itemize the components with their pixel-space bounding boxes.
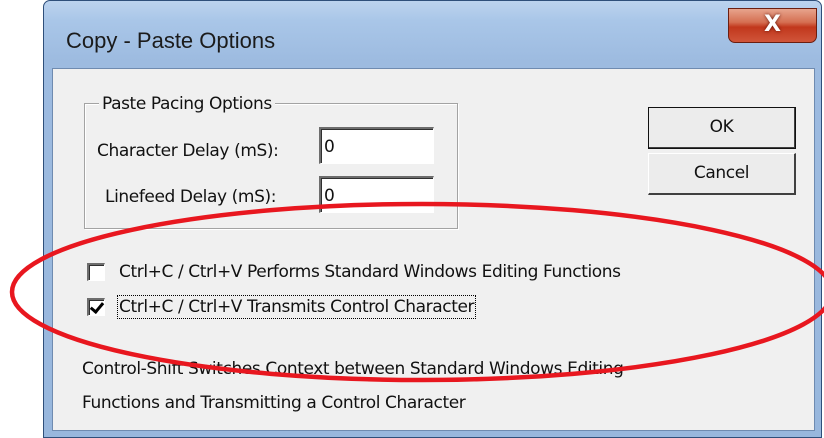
- close-icon: X: [764, 12, 781, 37]
- cancel-button[interactable]: Cancel: [648, 153, 796, 195]
- transmit-control-option[interactable]: Ctrl+C / Ctrl+V Transmits Control Charac…: [87, 295, 477, 319]
- paste-pacing-group-label: Paste Pacing Options: [99, 94, 275, 114]
- transmit-control-label[interactable]: Ctrl+C / Ctrl+V Transmits Control Charac…: [116, 295, 477, 319]
- close-button[interactable]: X: [728, 8, 817, 43]
- ok-button[interactable]: OK: [648, 107, 796, 149]
- description-line-2: Functions and Transmitting a Control Cha…: [82, 393, 466, 413]
- character-delay-label: Character Delay (mS):: [97, 141, 279, 161]
- context-switch-description: Control-Shift Switches Context between S…: [82, 352, 782, 420]
- window-title: Copy - Paste Options: [66, 28, 276, 53]
- description-line-1: Control-Shift Switches Context between S…: [82, 359, 624, 379]
- dialog-client-area: Paste Pacing Options Character Delay (mS…: [52, 68, 815, 431]
- standard-editing-option[interactable]: Ctrl+C / Ctrl+V Performs Standard Window…: [87, 262, 621, 282]
- screenshot-stage: Copy - Paste Options X Paste Pacing Opti…: [0, 0, 824, 438]
- transmit-control-checkbox[interactable]: [87, 298, 105, 316]
- linefeed-delay-label: Linefeed Delay (mS):: [105, 187, 277, 207]
- character-delay-field[interactable]: [319, 127, 434, 164]
- standard-editing-checkbox[interactable]: [87, 263, 105, 281]
- dialog-window: Copy - Paste Options X Paste Pacing Opti…: [43, 0, 822, 438]
- linefeed-delay-field[interactable]: [319, 176, 434, 213]
- standard-editing-label[interactable]: Ctrl+C / Ctrl+V Performs Standard Window…: [119, 262, 621, 282]
